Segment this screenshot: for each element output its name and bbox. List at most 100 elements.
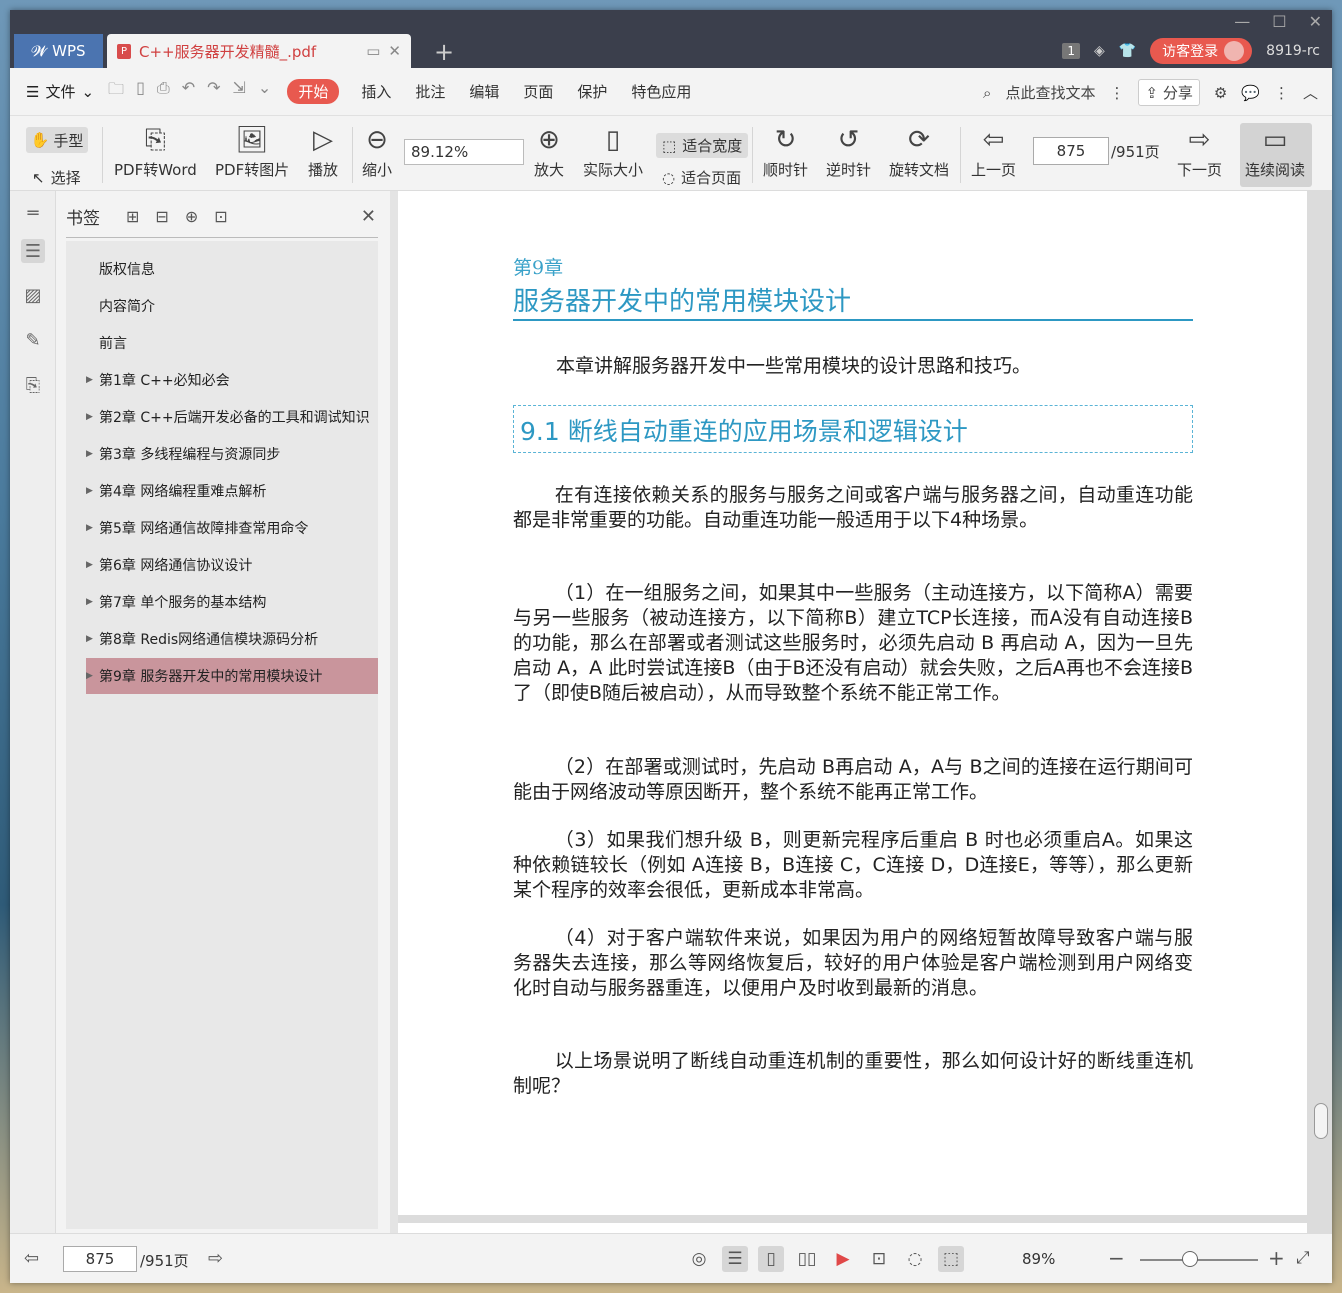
status-next-page-icon[interactable]: ⇨ bbox=[208, 1248, 223, 1269]
new-tab-button[interactable]: + bbox=[434, 38, 454, 66]
collapse-all-icon[interactable]: ⊟ bbox=[155, 207, 168, 226]
fit-width-button[interactable]: ⬚ 适合宽度 bbox=[656, 133, 749, 158]
close-window-icon[interactable]: ✕ bbox=[1309, 12, 1322, 31]
rotate-clockwise-button[interactable]: ↻ 顺时针 bbox=[763, 121, 808, 180]
fit-page-icon[interactable]: ◌ bbox=[902, 1246, 928, 1272]
more-dropdown-icon[interactable]: ⌄ bbox=[258, 78, 271, 105]
tab-insert[interactable]: 插入 bbox=[361, 81, 391, 102]
expand-arrow-icon[interactable]: ▶ bbox=[86, 486, 93, 496]
find-text-input[interactable]: 点此查找文本 bbox=[1005, 82, 1095, 103]
two-page-icon[interactable]: ▯▯ bbox=[794, 1246, 820, 1272]
fit-page-button[interactable]: ◌ 适合页面 bbox=[662, 167, 741, 188]
open-folder-icon[interactable]: 🗀 bbox=[108, 78, 124, 105]
rotate-counterclockwise-button[interactable]: ↺ 逆时针 bbox=[826, 121, 871, 180]
vertical-scrollbar-thumb[interactable] bbox=[1314, 1103, 1328, 1139]
gear-icon[interactable]: ⚙ bbox=[1214, 84, 1227, 102]
expand-arrow-icon[interactable]: ▶ bbox=[86, 597, 93, 607]
tab-start[interactable]: 开始 bbox=[287, 79, 340, 104]
more-vertical-icon[interactable]: ⋮ bbox=[1109, 84, 1124, 102]
zoom-in-button[interactable]: ⊕ 放大 bbox=[534, 121, 564, 180]
bookmark-options-icon[interactable]: ⊡ bbox=[214, 207, 227, 226]
bookmark-item[interactable]: 前言 bbox=[86, 325, 378, 361]
file-menu[interactable]: ☰ 文件 ⌄ bbox=[26, 81, 94, 102]
expand-arrow-icon[interactable]: ▶ bbox=[86, 523, 93, 533]
maximize-icon[interactable]: ☐ bbox=[1272, 12, 1286, 31]
bookmark-list-icon[interactable]: ☰ bbox=[21, 239, 45, 263]
window-count-badge[interactable]: 1 bbox=[1062, 43, 1080, 59]
select-tool-button[interactable]: ↖ 选择 bbox=[32, 167, 81, 188]
attachment-icon[interactable]: ⎘ bbox=[21, 373, 45, 397]
expand-arrow-icon[interactable]: ▶ bbox=[86, 449, 93, 459]
skin-icon[interactable]: ◈ bbox=[1094, 43, 1105, 59]
add-bookmark-icon[interactable]: ⊕ bbox=[185, 207, 198, 226]
zoom-in-icon[interactable]: + bbox=[1268, 1246, 1285, 1270]
previous-page-button[interactable]: ⇦ 上一页 bbox=[971, 121, 1016, 180]
export-icon[interactable]: ⇲ bbox=[233, 78, 246, 105]
print-icon[interactable]: ⎙ bbox=[157, 78, 170, 105]
bookmark-item[interactable]: ▶ 第4章 网络编程重难点解析 bbox=[86, 473, 378, 509]
bookmark-item[interactable]: 版权信息 bbox=[86, 251, 378, 287]
share-button[interactable]: ⇪ 分享 bbox=[1138, 79, 1200, 106]
bookmark-item[interactable]: ▶ 第5章 网络通信故障排查常用命令 bbox=[86, 510, 378, 546]
play-button[interactable]: ▷ 播放 bbox=[308, 121, 338, 180]
more-options-icon[interactable]: ⋮ bbox=[1274, 84, 1289, 102]
expand-all-icon[interactable]: ⊞ bbox=[126, 207, 139, 226]
status-prev-page-icon[interactable]: ⇦ bbox=[24, 1248, 39, 1269]
zoom-level-select[interactable]: 89.12% bbox=[404, 139, 524, 165]
comment-icon[interactable]: 💬 bbox=[1241, 84, 1260, 102]
tab-page[interactable]: 页面 bbox=[523, 81, 553, 102]
status-page-input[interactable]: 875 bbox=[63, 1246, 137, 1272]
expand-arrow-icon[interactable]: ▶ bbox=[86, 375, 93, 385]
expand-arrow-icon[interactable]: ▶ bbox=[86, 412, 93, 422]
pdf-to-word-button[interactable]: ⎘ PDF转Word bbox=[114, 121, 197, 180]
bookmark-item[interactable]: ▶ 第7章 单个服务的基本结构 bbox=[86, 584, 378, 620]
tab-annotate[interactable]: 批注 bbox=[415, 81, 445, 102]
continuous-view-icon[interactable]: ☰ bbox=[722, 1246, 748, 1272]
thumbnail-icon[interactable]: ▨ bbox=[21, 283, 45, 307]
collapse-ribbon-icon[interactable]: ︿ bbox=[1303, 82, 1318, 103]
fit-width-icon[interactable]: ⬚ bbox=[938, 1246, 964, 1272]
search-icon[interactable]: ⌕ bbox=[983, 84, 991, 102]
document-tab[interactable]: P C++服务器开发精髓_.pdf ▭ ✕ bbox=[107, 34, 411, 68]
redo-icon[interactable]: ↷ bbox=[207, 78, 220, 105]
slideshow-play-icon[interactable]: ▶ bbox=[830, 1246, 856, 1272]
annotation-icon[interactable]: ✎ bbox=[21, 328, 45, 352]
eye-protection-icon[interactable]: ◎ bbox=[686, 1246, 712, 1272]
minimize-icon[interactable]: — bbox=[1234, 12, 1250, 31]
hand-tool-button[interactable]: ✋ 手型 bbox=[26, 127, 88, 153]
guest-login-button[interactable]: 访客登录 bbox=[1150, 38, 1253, 64]
panel-splitter[interactable] bbox=[390, 191, 398, 1233]
tab-special-apps[interactable]: 特色应用 bbox=[631, 81, 691, 102]
bookmark-item[interactable]: 内容简介 bbox=[86, 288, 378, 324]
single-page-icon[interactable]: ▯ bbox=[758, 1246, 784, 1272]
undo-icon[interactable]: ↶ bbox=[182, 78, 195, 105]
pin-tab-icon[interactable]: ▭ bbox=[366, 42, 380, 60]
zoom-out-icon[interactable]: − bbox=[1108, 1246, 1125, 1270]
expand-arrow-icon[interactable]: ▶ bbox=[86, 560, 93, 570]
document-viewport[interactable]: 第9章 服务器开发中的常用模块设计 本章讲解服务器开发中一些常用模块的设计思路和… bbox=[398, 191, 1332, 1233]
page-number-input[interactable]: 875 bbox=[1033, 137, 1109, 165]
bookmark-item[interactable]: ▶ 第6章 网络通信协议设计 bbox=[86, 547, 378, 583]
expand-arrow-icon[interactable]: ▶ bbox=[86, 634, 93, 644]
next-page-button[interactable]: ⇨ 下一页 bbox=[1177, 121, 1222, 180]
bookmark-item-selected[interactable]: ▶ 第9章 服务器开发中的常用模块设计 bbox=[86, 658, 378, 694]
bookmark-item[interactable]: ▶ 第8章 Redis网络通信模块源码分析 bbox=[86, 621, 378, 657]
fullscreen-icon[interactable]: ⤢ bbox=[1296, 1248, 1310, 1268]
bookmark-item[interactable]: ▶ 第3章 多线程编程与资源同步 bbox=[86, 436, 378, 472]
close-panel-icon[interactable]: ✕ bbox=[361, 206, 376, 227]
tab-edit[interactable]: 编辑 bbox=[469, 81, 499, 102]
rotate-document-button[interactable]: ⟳ 旋转文档 bbox=[889, 121, 949, 180]
bookmark-item[interactable]: ▶ 第2章 C++后端开发必备的工具和调试知识 bbox=[86, 399, 378, 435]
tab-protect[interactable]: 保护 bbox=[577, 81, 607, 102]
actual-size-button[interactable]: ▯ 实际大小 bbox=[583, 121, 643, 180]
pdf-to-image-button[interactable]: 🖼 PDF转图片 bbox=[215, 121, 289, 180]
wps-home-tab[interactable]: 𝓦 WPS bbox=[14, 34, 103, 68]
actual-size-icon[interactable]: ⊡ bbox=[866, 1246, 892, 1272]
bookmark-item[interactable]: ▶ 第1章 C++必知必会 bbox=[86, 362, 378, 398]
expand-arrow-icon[interactable]: ▶ bbox=[86, 671, 93, 681]
save-icon[interactable]: ▯ bbox=[136, 78, 145, 105]
zoom-slider-knob[interactable] bbox=[1182, 1251, 1198, 1267]
close-tab-icon[interactable]: ✕ bbox=[388, 42, 401, 60]
zoom-slider-track[interactable] bbox=[1140, 1259, 1258, 1261]
zoom-out-button[interactable]: ⊖ 缩小 bbox=[362, 121, 392, 180]
